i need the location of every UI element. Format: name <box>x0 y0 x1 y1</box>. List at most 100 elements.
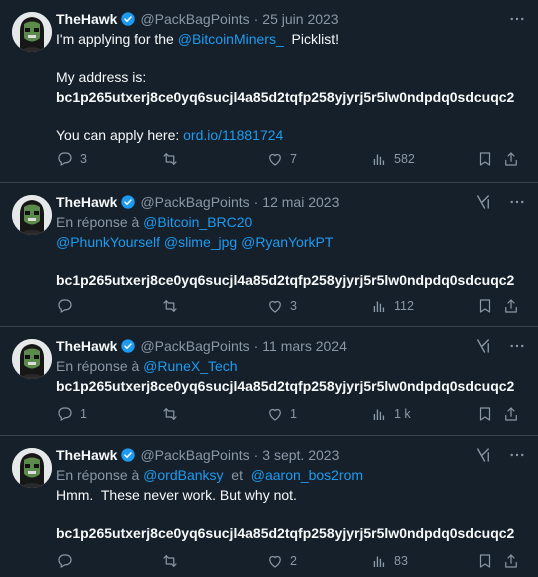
bookmark-button[interactable] <box>476 297 494 315</box>
views-icon <box>370 150 388 168</box>
share-button[interactable] <box>502 405 520 423</box>
tweet[interactable]: TheHawk @PackBagPoints · 11 mars 2024 En… <box>0 327 538 436</box>
retweet-button[interactable] <box>161 150 185 168</box>
author-handle[interactable]: @PackBagPoints <box>140 447 249 463</box>
reply-count: 1 <box>80 407 87 421</box>
separator-dot: · <box>253 447 259 463</box>
verified-badge-icon <box>120 447 136 463</box>
grok-icon[interactable] <box>474 337 492 358</box>
share-icon <box>502 405 520 423</box>
btc-address: bc1p265utxerj8ce0yq6sucjl4a85d2tqfp258yj… <box>56 89 515 105</box>
external-link[interactable]: ord.io/11881724 <box>183 127 283 143</box>
more-icon[interactable] <box>508 10 526 31</box>
tweet-actions: 3 7 582 <box>56 150 526 170</box>
verified-badge-icon <box>120 338 136 354</box>
like-button[interactable]: 1 <box>266 405 297 423</box>
tweet-text: Hmm. These never work. But why not. <box>56 487 297 503</box>
tweet-actions: 2 83 <box>56 552 526 572</box>
more-icon[interactable] <box>508 193 526 214</box>
reply-context: En réponse à @RuneX_Tech <box>56 358 238 374</box>
more-icon[interactable] <box>508 337 526 358</box>
tweet-date[interactable]: 3 sept. 2023 <box>262 447 339 463</box>
avatar[interactable] <box>12 339 52 379</box>
like-count: 2 <box>290 554 297 568</box>
bookmark-icon <box>476 405 494 423</box>
reply-button[interactable]: 3 <box>56 150 87 168</box>
views-button[interactable]: 83 <box>370 552 408 570</box>
views-icon <box>370 552 388 570</box>
author-name[interactable]: TheHawk <box>56 11 117 27</box>
author-name[interactable]: TheHawk <box>56 194 117 210</box>
mention-link[interactable]: @BitcoinMiners_ <box>178 31 284 47</box>
mention-link[interactable]: @RuneX_Tech <box>143 358 237 374</box>
share-button[interactable] <box>502 297 520 315</box>
tweet[interactable]: TheHawk @PackBagPoints · 12 mai 2023 En … <box>0 183 538 327</box>
tweet[interactable]: TheHawk @PackBagPoints · 25 juin 2023 I'… <box>0 0 538 183</box>
tweet-text: You can apply here: ord.io/11881724 <box>56 127 284 143</box>
views-button[interactable]: 112 <box>370 297 414 315</box>
tweet-date[interactable]: 25 juin 2023 <box>262 11 338 27</box>
reply-button[interactable] <box>56 297 80 315</box>
author-handle[interactable]: @PackBagPoints <box>140 11 249 27</box>
retweet-icon <box>161 297 179 315</box>
tweet[interactable]: TheHawk @PackBagPoints · 3 sept. 2023 En… <box>0 436 538 577</box>
author-handle[interactable]: @PackBagPoints <box>140 338 249 354</box>
mention-links[interactable]: @PhunkYourself @slime_jpg @RyanYorkPT <box>56 232 526 252</box>
reply-icon <box>56 552 74 570</box>
verified-badge-icon <box>120 194 136 210</box>
btc-address: bc1p265utxerj8ce0yq6sucjl4a85d2tqfp258yj… <box>56 272 515 288</box>
share-icon <box>502 552 520 570</box>
reply-icon <box>56 150 74 168</box>
avatar[interactable] <box>12 448 52 488</box>
grok-icon[interactable] <box>474 446 492 467</box>
views-icon <box>370 297 388 315</box>
avatar[interactable] <box>12 195 52 235</box>
retweet-button[interactable] <box>161 552 185 570</box>
retweet-icon <box>161 552 179 570</box>
tweet-text: I'm applying for the @BitcoinMiners_ Pic… <box>56 31 339 47</box>
like-count: 1 <box>290 407 297 421</box>
like-button[interactable]: 7 <box>266 150 297 168</box>
like-icon <box>266 405 284 423</box>
views-count: 1 k <box>394 407 411 421</box>
like-icon <box>266 150 284 168</box>
reply-button[interactable] <box>56 552 80 570</box>
like-button[interactable]: 2 <box>266 552 297 570</box>
avatar[interactable] <box>12 12 52 52</box>
share-button[interactable] <box>502 150 520 168</box>
grok-icon[interactable] <box>474 193 492 214</box>
btc-address: bc1p265utxerj8ce0yq6sucjl4a85d2tqfp258yj… <box>56 378 515 394</box>
separator-dot: · <box>253 11 259 27</box>
views-count: 112 <box>394 299 414 313</box>
tweet-date[interactable]: 11 mars 2024 <box>262 338 347 354</box>
like-button[interactable]: 3 <box>266 297 297 315</box>
views-button[interactable]: 582 <box>370 150 415 168</box>
author-handle[interactable]: @PackBagPoints <box>140 194 249 210</box>
retweet-button[interactable] <box>161 297 185 315</box>
retweet-button[interactable] <box>161 405 185 423</box>
reply-context: En réponse à @Bitcoin_BRC20 <box>56 214 253 230</box>
views-button[interactable]: 1 k <box>370 405 411 423</box>
retweet-icon <box>161 405 179 423</box>
author-name[interactable]: TheHawk <box>56 338 117 354</box>
tweet-text: My address is: <box>56 69 147 85</box>
like-icon <box>266 297 284 315</box>
separator-dot: · <box>253 338 259 354</box>
mention-link[interactable]: @aaron_bos2rom <box>251 467 363 483</box>
mention-link[interactable]: @ordBanksy <box>143 467 223 483</box>
reply-context: En réponse à @ordBanksy et @aaron_bos2ro… <box>56 467 364 483</box>
bookmark-button[interactable] <box>476 150 494 168</box>
share-button[interactable] <box>502 552 520 570</box>
more-icon[interactable] <box>508 446 526 467</box>
like-icon <box>266 552 284 570</box>
bookmark-button[interactable] <box>476 405 494 423</box>
mention-link[interactable]: @Bitcoin_BRC20 <box>143 214 252 230</box>
bookmark-button[interactable] <box>476 552 494 570</box>
like-count: 3 <box>290 299 297 313</box>
separator-dot: · <box>253 194 259 210</box>
btc-address: bc1p265utxerj8ce0yq6sucjl4a85d2tqfp258yj… <box>56 525 515 541</box>
reply-button[interactable]: 1 <box>56 405 87 423</box>
tweet-date[interactable]: 12 mai 2023 <box>262 194 339 210</box>
bookmark-icon <box>476 297 494 315</box>
author-name[interactable]: TheHawk <box>56 447 117 463</box>
